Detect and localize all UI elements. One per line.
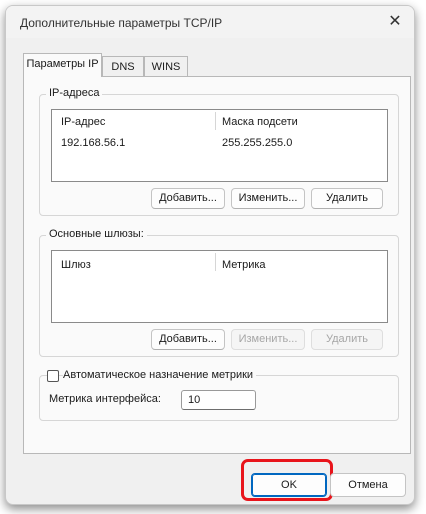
column-header-gateway[interactable]: Шлюз (61, 259, 91, 271)
ip-settings-panel: IP-адреса IP-адрес Маска подсети 192.168… (23, 76, 411, 454)
delete-ip-button[interactable]: Удалить (311, 188, 383, 209)
column-divider (215, 112, 216, 130)
window-title: Дополнительные параметры TCP/IP (20, 16, 223, 30)
subnet-mask-cell[interactable]: 255.255.255.0 (222, 137, 292, 149)
cancel-button[interactable]: Отмена (330, 473, 406, 497)
ip-address-cell[interactable]: 192.168.56.1 (61, 137, 125, 149)
auto-metric-label[interactable]: Автоматическое назначение метрики (63, 369, 257, 381)
tab-label: Параметры IP (26, 58, 99, 70)
interface-metric-field[interactable]: 10 (181, 390, 256, 410)
tab-label: WINS (151, 61, 181, 73)
column-header-mask[interactable]: Маска подсети (222, 116, 298, 128)
tab-dns[interactable]: DNS (102, 56, 144, 78)
tcpip-advanced-dialog: Дополнительные параметры TCP/IP ✕ Параме… (5, 5, 415, 505)
gateways-group: Основные шлюзы: Шлюз Метрика Добавить...… (39, 228, 399, 357)
auto-metric-checkbox[interactable] (47, 370, 59, 382)
metric-group: Автоматическое назначение метрики Метрик… (39, 369, 399, 421)
tab-label: DNS (111, 61, 135, 73)
ip-addresses-group: IP-адреса IP-адрес Маска подсети 192.168… (39, 87, 399, 216)
ok-button-highlight (241, 459, 333, 501)
gateway-list[interactable]: Шлюз Метрика (51, 250, 388, 323)
column-header-ip[interactable]: IP-адрес (61, 116, 105, 128)
add-ip-button[interactable]: Добавить... (151, 188, 225, 209)
title-bar: Дополнительные параметры TCP/IP ✕ (6, 6, 414, 38)
interface-metric-label: Метрика интерфейса: (49, 393, 161, 405)
edit-ip-button[interactable]: Изменить... (231, 188, 305, 209)
column-divider (215, 253, 216, 271)
edit-gateway-button[interactable]: Изменить... (231, 329, 305, 350)
tab-ip-settings[interactable]: Параметры IP (23, 53, 102, 77)
column-header-metric[interactable]: Метрика (222, 259, 266, 271)
close-icon[interactable]: ✕ (384, 12, 406, 32)
ip-address-list[interactable]: IP-адрес Маска подсети 192.168.56.1 255.… (51, 109, 388, 182)
delete-gateway-button[interactable]: Удалить (311, 329, 383, 350)
tab-wins[interactable]: WINS (144, 56, 188, 78)
group-legend: Основные шлюзы: (46, 228, 147, 240)
group-legend: IP-адреса (46, 87, 103, 99)
add-gateway-button[interactable]: Добавить... (151, 329, 225, 350)
